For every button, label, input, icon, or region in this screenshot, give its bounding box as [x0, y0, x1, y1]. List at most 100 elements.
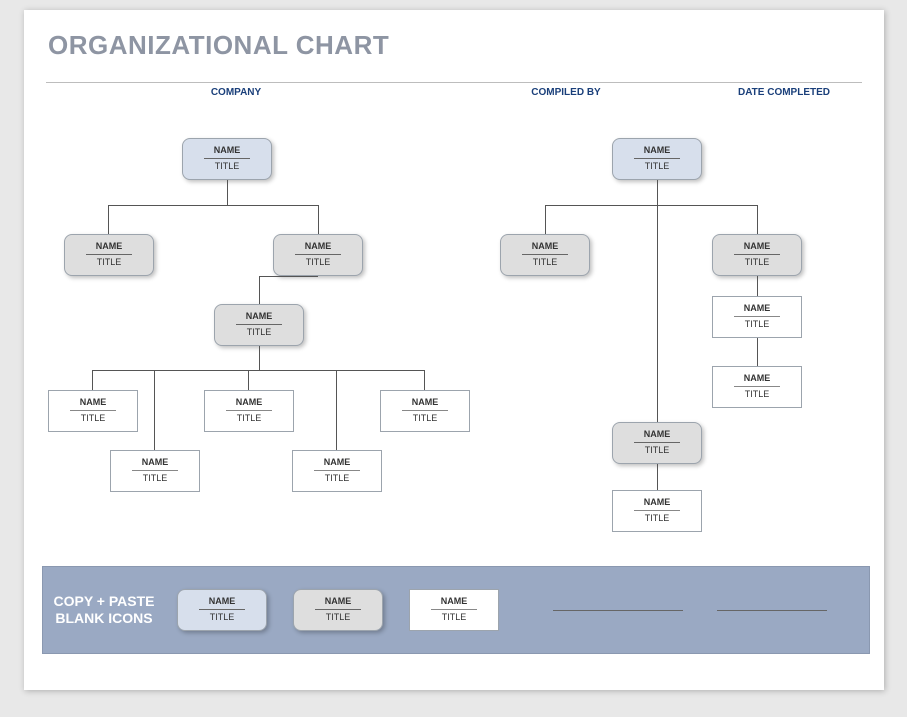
connector: [259, 346, 260, 370]
connector: [657, 464, 658, 490]
org-node[interactable]: NAME TITLE: [712, 234, 802, 276]
node-divider: [734, 386, 780, 387]
node-divider: [226, 410, 272, 411]
document-page: ORGANIZATIONAL CHART COMPANY COMPILED BY…: [24, 10, 884, 690]
node-divider: [634, 510, 680, 511]
node-name: NAME: [613, 497, 701, 509]
node-divider: [634, 442, 680, 443]
org-node[interactable]: NAME TITLE: [500, 234, 590, 276]
org-node[interactable]: NAME TITLE: [214, 304, 304, 346]
node-name: NAME: [613, 429, 701, 441]
node-title: TITLE: [410, 612, 498, 622]
node-divider: [236, 324, 282, 325]
node-divider: [199, 609, 245, 610]
palette-connector-short[interactable]: [717, 610, 827, 611]
node-name: NAME: [293, 457, 381, 469]
node-name: NAME: [713, 373, 801, 385]
node-name: NAME: [178, 596, 266, 608]
node-title: TITLE: [274, 257, 362, 267]
node-divider: [734, 254, 780, 255]
org-node[interactable]: NAME TITLE: [64, 234, 154, 276]
org-node[interactable]: NAME TITLE: [182, 138, 272, 180]
node-title: TITLE: [501, 257, 589, 267]
node-name: NAME: [215, 311, 303, 323]
node-divider: [204, 158, 250, 159]
node-name: NAME: [501, 241, 589, 253]
node-title: TITLE: [293, 473, 381, 483]
org-node[interactable]: NAME TITLE: [612, 422, 702, 464]
node-divider: [314, 470, 360, 471]
org-node[interactable]: NAME TITLE: [380, 390, 470, 432]
connector: [259, 276, 318, 277]
palette-label: COPY + PASTE BLANK ICONS: [49, 567, 159, 653]
node-title: TITLE: [215, 327, 303, 337]
org-node[interactable]: NAME TITLE: [612, 138, 702, 180]
node-name: NAME: [613, 145, 701, 157]
node-divider: [295, 254, 341, 255]
node-title: TITLE: [381, 413, 469, 423]
node-name: NAME: [381, 397, 469, 409]
node-title: TITLE: [183, 161, 271, 171]
connector: [259, 276, 260, 304]
node-divider: [70, 410, 116, 411]
palette-swatch-plain[interactable]: NAME TITLE: [409, 589, 499, 631]
org-node[interactable]: NAMETITLE: [612, 490, 702, 532]
org-node[interactable]: NAMETITLE: [712, 296, 802, 338]
org-node[interactable]: NAMETITLE: [204, 390, 294, 432]
node-name: NAME: [713, 241, 801, 253]
node-divider: [431, 609, 477, 610]
node-name: NAME: [294, 596, 382, 608]
node-title: TITLE: [49, 413, 137, 423]
page-title: ORGANIZATIONAL CHART: [48, 30, 389, 61]
node-title: TITLE: [713, 257, 801, 267]
palette-swatch-gray[interactable]: NAME TITLE: [293, 589, 383, 631]
node-title: TITLE: [613, 445, 701, 455]
palette-panel: COPY + PASTE BLANK ICONS NAME TITLE NAME T…: [42, 566, 870, 654]
node-divider: [522, 254, 568, 255]
connector: [657, 180, 658, 205]
connector: [336, 370, 337, 450]
connector: [545, 205, 757, 206]
connector: [154, 370, 155, 450]
node-name: NAME: [65, 241, 153, 253]
node-divider: [132, 470, 178, 471]
org-node[interactable]: NAME TITLE: [712, 366, 802, 408]
org-node[interactable]: NAME TITLE: [110, 450, 200, 492]
node-divider: [86, 254, 132, 255]
node-title: TITLE: [294, 612, 382, 622]
connector: [92, 370, 424, 371]
header-date-completed: DATE COMPLETED: [706, 87, 862, 98]
connector: [424, 370, 425, 390]
palette-connector-long[interactable]: [553, 610, 683, 611]
node-title: TITLE: [65, 257, 153, 267]
org-node[interactable]: NAME TITLE: [273, 234, 363, 276]
node-title: TITLE: [613, 161, 701, 171]
org-node[interactable]: NAME TITLE: [292, 450, 382, 492]
org-node[interactable]: NAME TITLE: [48, 390, 138, 432]
node-name: NAME: [205, 397, 293, 409]
node-name: NAME: [410, 596, 498, 608]
node-divider: [734, 316, 780, 317]
connector: [108, 205, 109, 234]
palette-swatch-blue[interactable]: NAME TITLE: [177, 589, 267, 631]
node-title: TITLE: [713, 389, 801, 399]
node-name: NAME: [111, 457, 199, 469]
connector: [657, 205, 658, 423]
node-title: TITLE: [713, 319, 801, 329]
header-row: COMPANY COMPILED BY DATE COMPLETED: [46, 82, 862, 103]
header-company: COMPANY: [46, 87, 426, 98]
node-divider: [315, 609, 361, 610]
node-divider: [634, 158, 680, 159]
connector: [92, 370, 93, 390]
connector: [545, 205, 546, 234]
node-name: NAME: [49, 397, 137, 409]
node-divider: [402, 410, 448, 411]
node-title: TITLE: [111, 473, 199, 483]
header-compiled-by: COMPILED BY: [426, 87, 706, 98]
node-name: NAME: [274, 241, 362, 253]
connector: [227, 180, 228, 205]
node-title: TITLE: [178, 612, 266, 622]
connector: [248, 370, 249, 390]
connector: [108, 205, 318, 206]
connector: [757, 205, 758, 234]
